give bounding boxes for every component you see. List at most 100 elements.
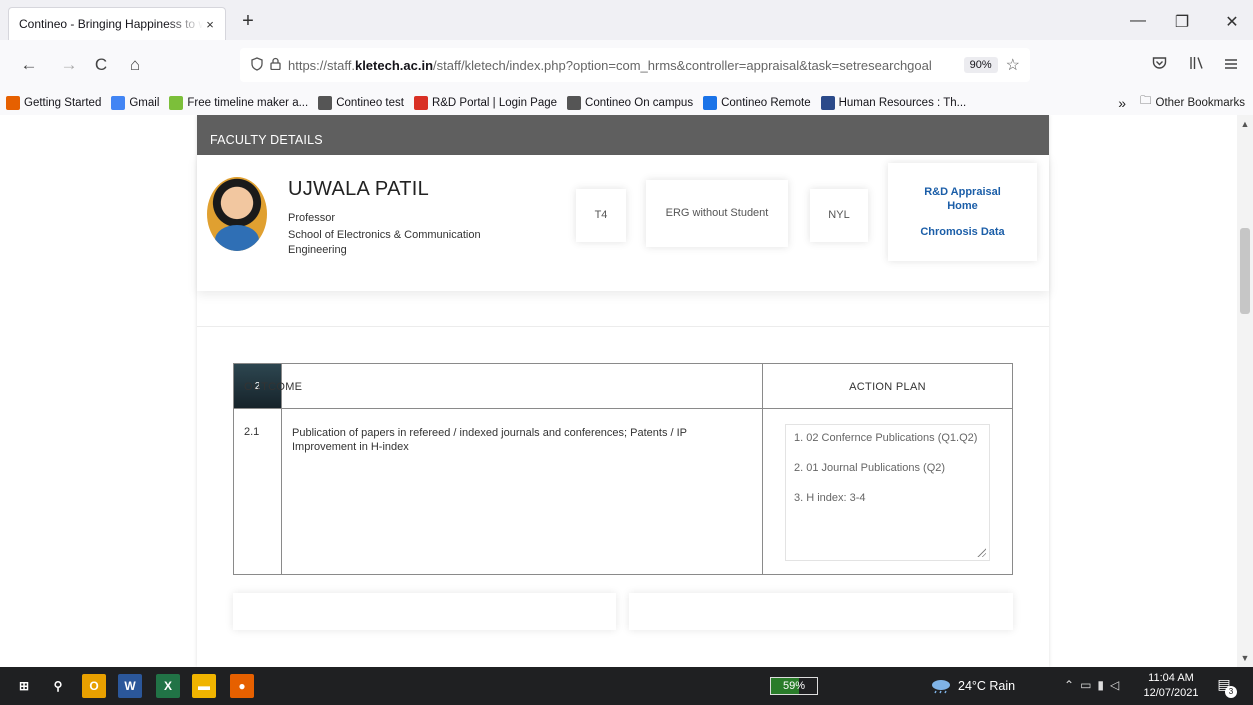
- battery-indicator[interactable]: 59%: [770, 677, 818, 695]
- bookmark-item[interactable]: Contineo On campus: [567, 95, 694, 110]
- grade-chip: T4: [576, 189, 626, 242]
- bookmark-item[interactable]: Getting Started: [6, 95, 102, 110]
- outlook-icon[interactable]: O: [82, 674, 106, 698]
- bookmark-item[interactable]: Contineo test: [318, 95, 404, 110]
- url-path: /staff/kletech/index.php?option=com_hrms…: [433, 57, 932, 73]
- weather-widget[interactable]: 24°C Rain: [930, 678, 1015, 694]
- chromosis-data-link[interactable]: Chromosis Data: [888, 225, 1037, 239]
- excel-icon[interactable]: X: [156, 674, 180, 698]
- firefox-icon: [6, 95, 20, 110]
- empty-card-right: [629, 593, 1013, 630]
- pocket-icon[interactable]: [1148, 54, 1170, 76]
- restore-window-button[interactable]: ❐: [1172, 12, 1192, 32]
- timeline-icon: [169, 95, 184, 110]
- taskbar-clock[interactable]: 11:04 AM 12/07/2021: [1140, 671, 1202, 701]
- volume-icon[interactable]: ◁: [1110, 678, 1125, 692]
- url-prefix: https://staff.: [288, 57, 355, 73]
- rain-cloud-icon: [932, 680, 950, 694]
- page-scrollbar[interactable]: ▲ ▼: [1237, 115, 1253, 667]
- bookmark-label: Gmail: [129, 96, 160, 109]
- bookmark-label: Contineo On campus: [585, 96, 694, 109]
- faculty-designation: Professor: [288, 212, 336, 224]
- lock-icon[interactable]: [266, 57, 284, 73]
- resize-handle-icon[interactable]: [976, 547, 986, 557]
- google-icon: [111, 95, 126, 110]
- row-number: 2.1: [244, 426, 260, 438]
- library-icon[interactable]: [1186, 54, 1208, 76]
- outcome-table: 2 OUTCOME ACTION PLAN 2.1 Publication of…: [233, 363, 1013, 575]
- navigation-bar: ← → C ⌂ https://staff.kletech.ac.in/staf…: [0, 40, 1253, 90]
- notifications-icon[interactable]: ▤ 3: [1213, 676, 1237, 698]
- folder-icon: 🗀: [1140, 95, 1152, 107]
- bookmark-label: Getting Started: [24, 96, 102, 109]
- contineo-s-icon: [703, 95, 718, 110]
- globe-icon: [567, 95, 582, 110]
- minimize-window-button[interactable]: —: [1128, 12, 1148, 30]
- tab-strip: Contineo - Bringing Happiness to w × + —…: [0, 0, 1253, 40]
- windows-taskbar: 59% 24°C Rain ⌃▭▮◁ 11:04 AM 12/07/2021 ▤…: [0, 667, 1253, 705]
- bookmark-item[interactable]: Free timeline maker a...: [169, 95, 309, 110]
- bookmark-label: Human Resources : Th...: [838, 96, 967, 109]
- close-tab-icon[interactable]: ×: [203, 17, 217, 32]
- battery-percent: 59%: [782, 680, 806, 692]
- outcome-header: OUTCOME: [244, 381, 303, 393]
- home-button[interactable]: ⌂: [124, 54, 146, 76]
- other-bookmarks-button[interactable]: Other Bookmarks: [1156, 97, 1245, 109]
- firefox-icon[interactable]: ●: [230, 674, 254, 698]
- clock-time: 11:04 AM: [1148, 672, 1194, 684]
- scroll-down-icon[interactable]: ▼: [1237, 653, 1253, 663]
- system-tray-icons[interactable]: ⌃▭▮◁: [1064, 678, 1125, 692]
- bookmarks-overflow-area: » 🗀 Other Bookmarks: [1118, 90, 1245, 115]
- chevron-up-icon[interactable]: ⌃: [1064, 678, 1080, 692]
- clock-date: 12/07/2021: [1143, 687, 1199, 699]
- notification-count: 3: [1225, 686, 1237, 698]
- zoom-level-button[interactable]: 90%: [963, 57, 998, 73]
- tracking-shield-icon[interactable]: [248, 56, 266, 74]
- bookmark-item[interactable]: R&D Portal | Login Page: [413, 95, 557, 110]
- status-chip: NYL: [810, 189, 868, 242]
- word-icon[interactable]: W: [118, 674, 142, 698]
- action-plan-textarea[interactable]: 1. 02 Confernce Publications (Q1.Q2) 2. …: [785, 424, 990, 561]
- bookmarks-overflow-button[interactable]: »: [1118, 95, 1126, 111]
- rd-portal-icon: [413, 95, 428, 110]
- browser-tab[interactable]: Contineo - Bringing Happiness to w ×: [8, 7, 226, 40]
- scroll-thumb[interactable]: [1240, 228, 1250, 314]
- url-text[interactable]: https://staff.kletech.ac.in/staff/kletec…: [288, 58, 964, 73]
- battery-icon[interactable]: ▮: [1097, 678, 1110, 692]
- forward-button[interactable]: →: [58, 54, 80, 76]
- action-plan-line: 3. H index: 3-4: [794, 492, 866, 504]
- url-domain: kletech.ac.in: [354, 57, 434, 73]
- search-icon[interactable]: ⚲: [46, 674, 70, 698]
- start-icon[interactable]: ⊞: [12, 674, 36, 698]
- new-tab-button[interactable]: +: [236, 10, 260, 34]
- bookmark-item[interactable]: Human Resources : Th...: [820, 95, 967, 110]
- bookmark-label: Contineo Remote: [721, 96, 811, 109]
- faculty-school: School of Electronics & Communication En…: [288, 229, 481, 256]
- bookmark-star-icon[interactable]: ☆: [1006, 55, 1020, 75]
- file-explorer-icon[interactable]: ▬: [192, 674, 216, 698]
- menu-icon[interactable]: [1220, 54, 1242, 76]
- weather-text: 24°C Rain: [958, 679, 1016, 693]
- quick-links-card: R&D Appraisal Home Chromosis Data: [888, 163, 1037, 261]
- faculty-avatar: [207, 177, 267, 251]
- bookmark-item[interactable]: Contineo Remote: [703, 95, 811, 110]
- page-viewport: FACULTY DETAILS UJWALA PATIL Professor S…: [0, 115, 1253, 667]
- action-plan-line: 1. 02 Confernce Publications (Q1.Q2): [794, 432, 978, 444]
- network-icon[interactable]: ▭: [1080, 678, 1097, 692]
- header-divider: [234, 408, 1012, 409]
- faculty-profile-card: UJWALA PATIL Professor School of Electro…: [197, 155, 1049, 291]
- crest-icon: [820, 95, 835, 110]
- rd-appraisal-home-link[interactable]: R&D Appraisal Home: [918, 185, 1008, 213]
- globe-icon: [318, 95, 333, 110]
- outcome-description: Publication of papers in refereed / inde…: [292, 427, 687, 453]
- back-button[interactable]: ←: [18, 54, 40, 76]
- bookmark-item[interactable]: Gmail: [111, 95, 160, 110]
- category-chip: ERG without Student: [646, 180, 788, 247]
- reload-button[interactable]: C: [90, 54, 112, 76]
- scroll-up-icon[interactable]: ▲: [1237, 119, 1253, 129]
- bookmark-label: Contineo test: [336, 96, 404, 109]
- address-bar[interactable]: https://staff.kletech.ac.in/staff/kletec…: [240, 48, 1030, 82]
- bookmark-label: Free timeline maker a...: [187, 96, 309, 109]
- close-window-button[interactable]: ✕: [1222, 12, 1242, 32]
- outcome-column: [282, 364, 763, 574]
